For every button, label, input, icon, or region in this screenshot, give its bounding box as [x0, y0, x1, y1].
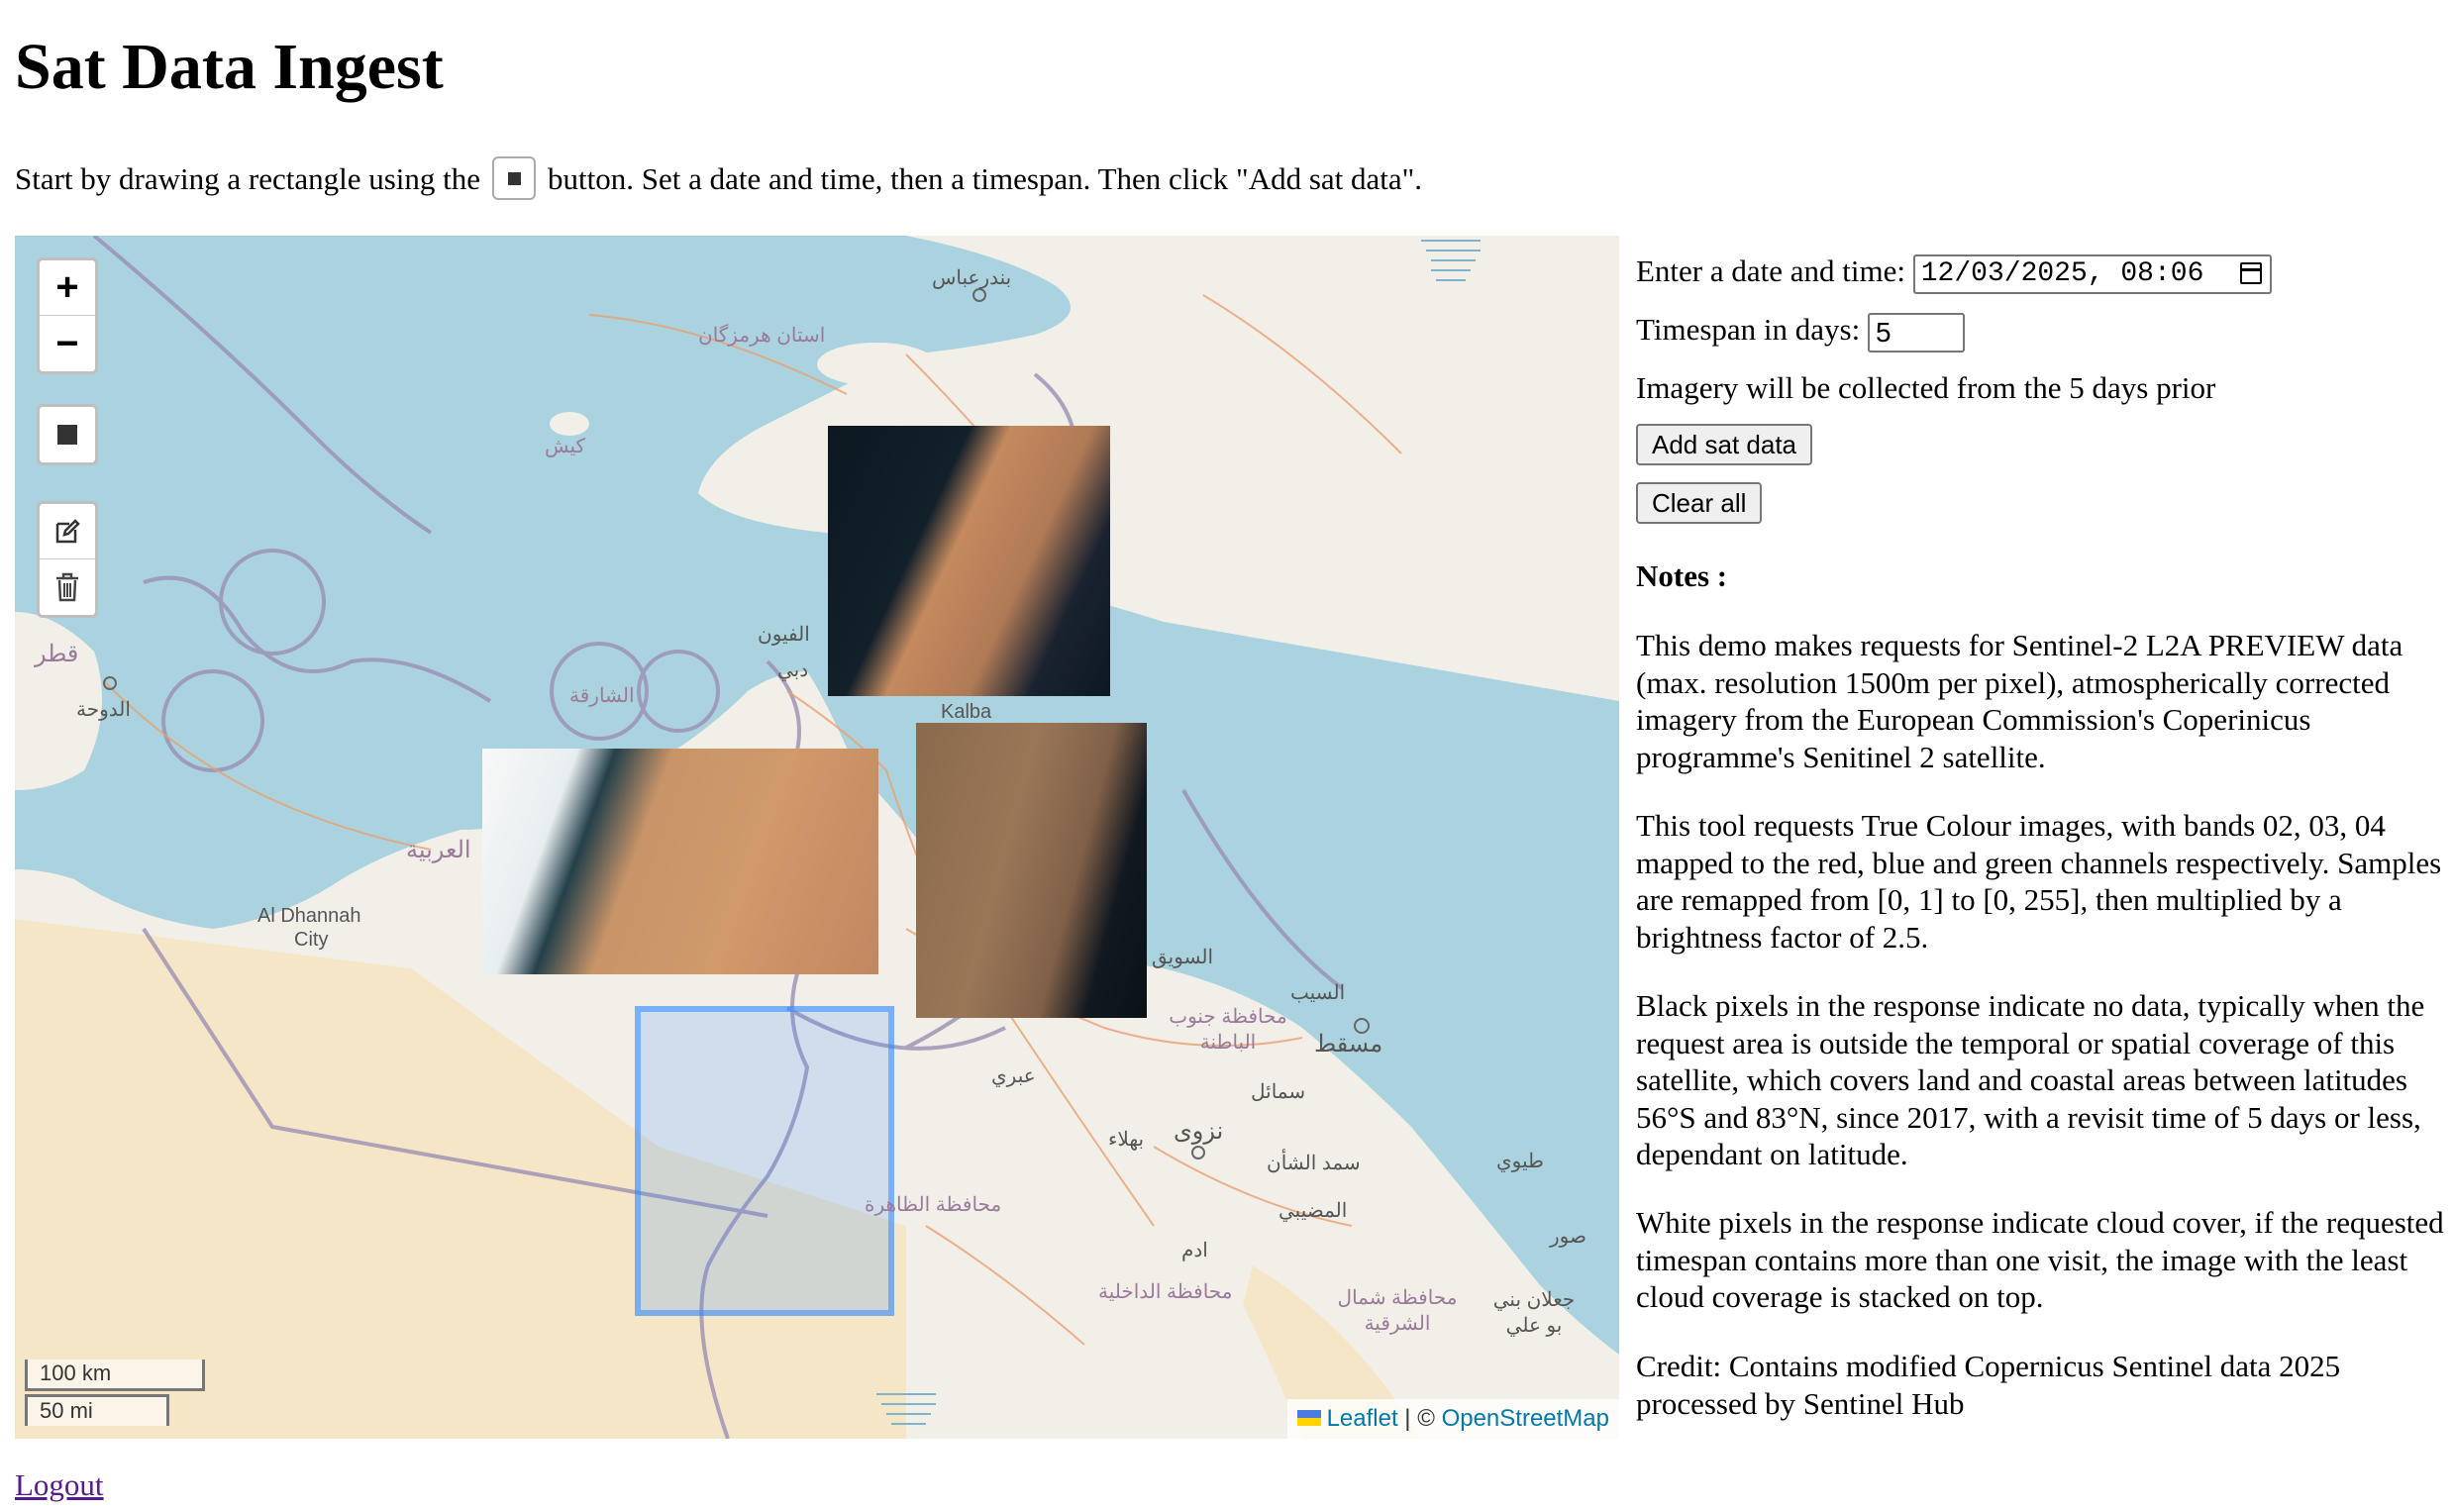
- map-label-suwaiq: السويق: [1152, 947, 1214, 968]
- scale-metric: 100 km: [25, 1360, 205, 1391]
- map-label-doha: الدوحة: [76, 699, 131, 721]
- instructions: Start by drawing a rectangle using the bu…: [15, 153, 1422, 205]
- sat-tile-dubai: [482, 749, 878, 974]
- map-label-dakhiliyah: محافظة الداخلية: [1098, 1281, 1233, 1303]
- map-label-mudaybi: المضيبي: [1278, 1200, 1348, 1222]
- date-time-value: 12/03/2025, 08:06: [1920, 257, 2204, 289]
- instructions-text-before: Start by drawing a rectangle using the: [15, 161, 481, 196]
- map-label-city: City: [294, 929, 329, 951]
- add-sat-data-button[interactable]: Add sat data: [1636, 424, 1812, 465]
- notes-paragraph-5: Credit: Contains modified Copernicus Sen…: [1636, 1349, 2341, 1421]
- sat-tile-oman: [916, 723, 1147, 1018]
- map-label-sahan: سمد الشأن: [1267, 1153, 1361, 1174]
- map-label-muscat: مسقط: [1314, 1031, 1383, 1058]
- map-label-seeb: السيب: [1290, 982, 1346, 1004]
- attribution-separator: | ©: [1404, 1405, 1435, 1432]
- date-label: Enter a date and time:: [1636, 253, 1905, 288]
- instructions-text-after: button. Set a date and time, then a time…: [548, 161, 1423, 196]
- calendar-icon[interactable]: [2239, 261, 2262, 284]
- draw-toolbar: [37, 404, 98, 465]
- rectangle-tool-icon: [492, 155, 537, 200]
- map-label-nizwa: نزوى: [1174, 1118, 1224, 1145]
- map-label-qatar: قطر: [35, 641, 79, 667]
- map-label-kalba: Kalba: [941, 701, 992, 723]
- map-label-arabia: العربية: [406, 837, 471, 863]
- map-label-dhahirah: محافظة الظاهرة: [865, 1194, 1002, 1216]
- leaflet-link[interactable]: Leaflet: [1327, 1405, 1398, 1432]
- map-label-ibri: عبري: [991, 1065, 1036, 1087]
- notes-paragraph-3: Black pixels in the response indicate no…: [1636, 988, 2425, 1171]
- map-label-bandar-abbas: بندرعباس: [932, 267, 1012, 289]
- map-label-adam: ادم: [1181, 1240, 1208, 1261]
- edit-icon: [55, 518, 80, 543]
- map-label-sharqiyah: محافظة شمال الشرقية: [1337, 1287, 1458, 1335]
- delete-layers-button[interactable]: [40, 559, 95, 615]
- edit-toolbar: [37, 501, 98, 618]
- map-label-al-fuyun: الفيون: [758, 624, 810, 646]
- map-label-batinah: محافظة جنوب الباطنة: [1169, 1006, 1287, 1054]
- map-label-kish: کیش: [545, 436, 586, 457]
- map-label-dubai: دبي: [777, 659, 809, 681]
- map-attribution: Leaflet | © OpenStreetMap: [1286, 1399, 1619, 1439]
- notes-paragraph-2: This tool requests True Colour images, w…: [1636, 808, 2442, 955]
- edit-layers-button[interactable]: [40, 504, 95, 559]
- ukraine-flag-icon: [1296, 1409, 1321, 1426]
- zoom-in-button[interactable]: +: [40, 260, 95, 316]
- map[interactable]: بندرعباس استان هرمزگان کیش قطر الدوحة ال…: [15, 236, 1619, 1439]
- timespan-info: Imagery will be collected from the 5 day…: [1636, 370, 2216, 405]
- trash-icon: [56, 572, 78, 602]
- map-label-bahla: بهلاء: [1108, 1129, 1145, 1151]
- map-label-samail: سمائل: [1251, 1081, 1306, 1103]
- map-label-jaalan: جعلان بني بو علي: [1492, 1289, 1576, 1337]
- draw-rectangle-button[interactable]: [40, 407, 95, 462]
- notes-paragraph-1: This demo makes requests for Sentinel-2 …: [1636, 628, 2403, 774]
- sat-tile-musandam: [828, 426, 1110, 696]
- map-label-sharjah: الشارقة: [569, 685, 635, 707]
- zoom-out-button[interactable]: −: [40, 316, 95, 371]
- zoom-control: + −: [37, 257, 98, 374]
- osm-link[interactable]: OpenStreetMap: [1442, 1405, 1609, 1432]
- map-label-tiwi: طيوي: [1496, 1151, 1544, 1172]
- notes-paragraph-4: White pixels in the response indicate cl…: [1636, 1205, 2444, 1314]
- clear-all-button[interactable]: Clear all: [1636, 482, 1763, 524]
- timespan-input[interactable]: 5: [1867, 312, 1965, 353]
- scale-imperial: 50 mi: [25, 1394, 169, 1426]
- date-time-input[interactable]: 12/03/2025, 08:06: [1912, 253, 2272, 294]
- page-title: Sat Data Ingest: [15, 31, 444, 103]
- map-label-sur: صور: [1550, 1226, 1586, 1248]
- selection-rectangle[interactable]: [635, 1006, 894, 1316]
- map-label-hormozgan: استان هرمزگان: [698, 325, 826, 347]
- map-label-al-dhannah: Al Dhannah: [257, 905, 361, 927]
- logout-link[interactable]: Logout: [15, 1467, 104, 1503]
- timespan-label: Timespan in days:: [1636, 312, 1861, 347]
- notes-heading: Notes :: [1636, 558, 1728, 593]
- rectangle-icon: [57, 425, 77, 445]
